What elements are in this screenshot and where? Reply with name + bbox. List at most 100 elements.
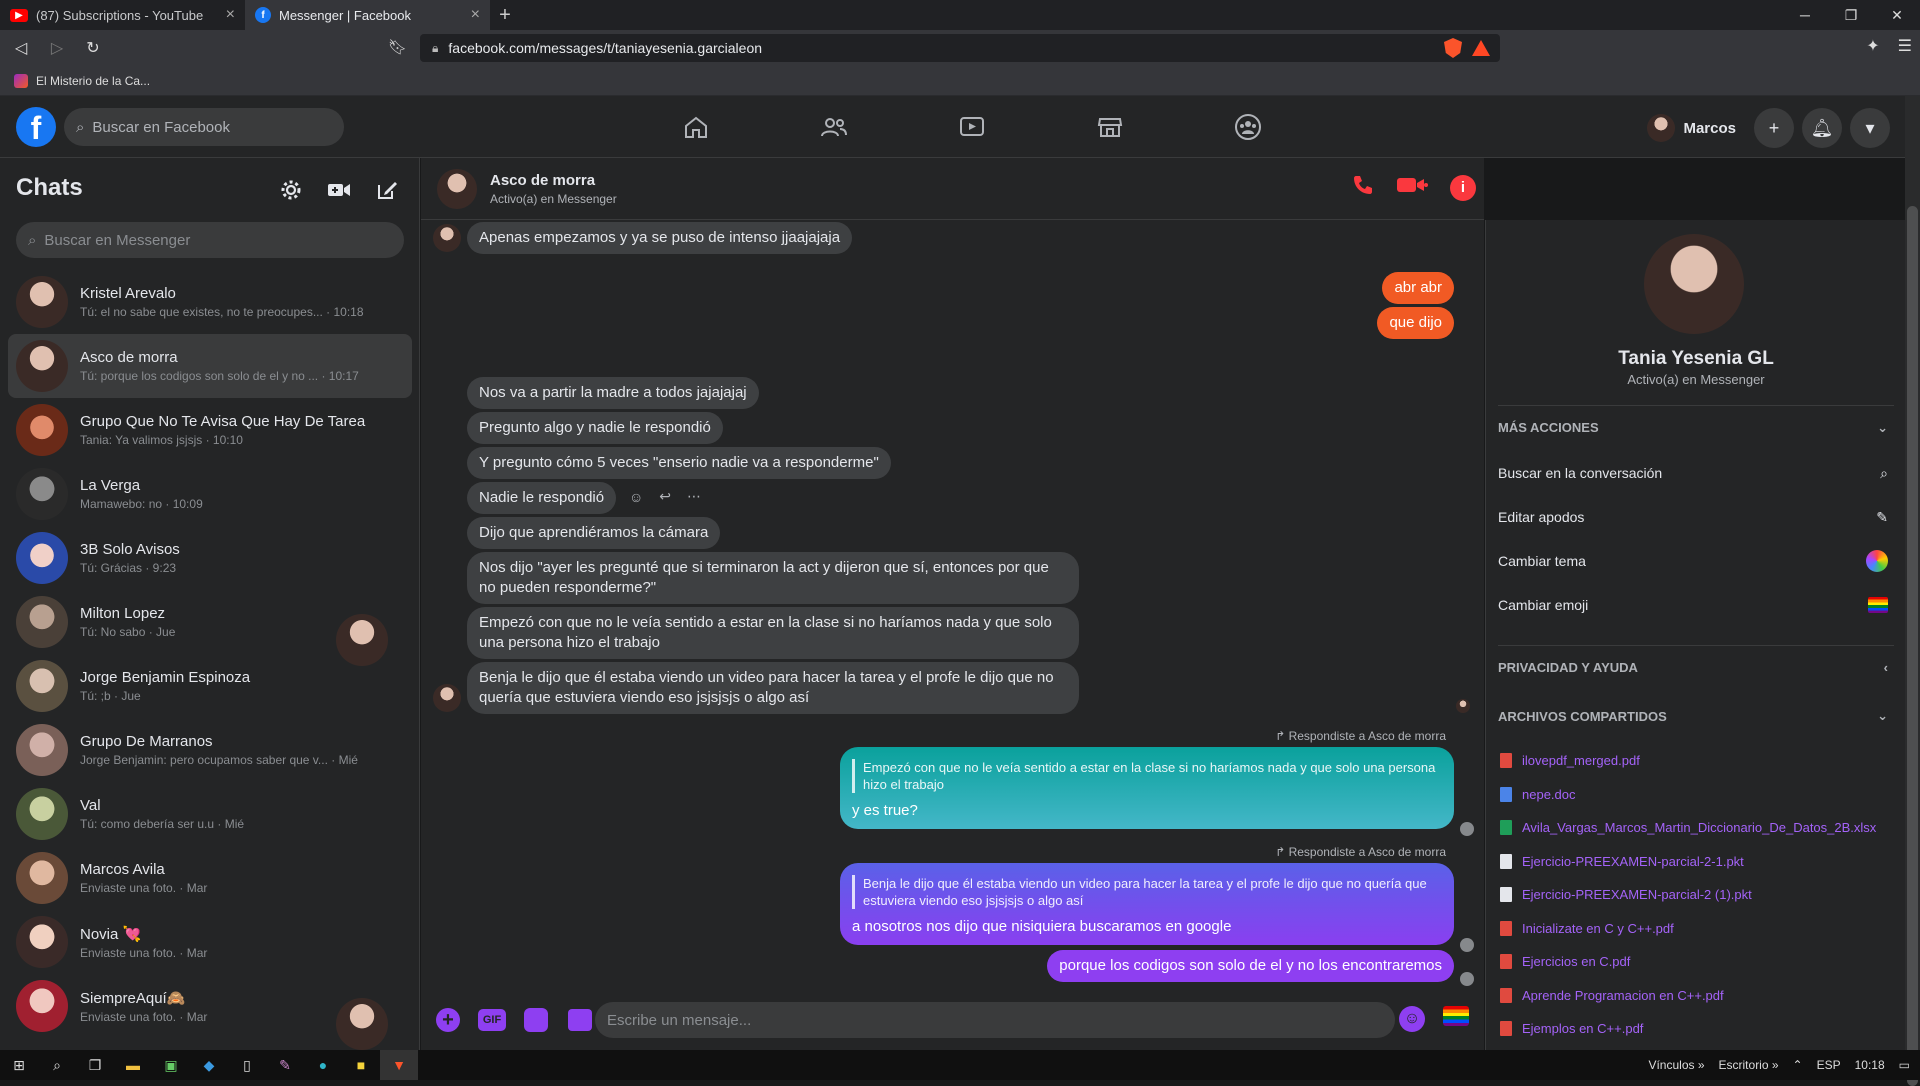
- restore-icon[interactable]: ❐: [1828, 0, 1874, 30]
- message-input[interactable]: [595, 1002, 1395, 1038]
- edit-nicknames[interactable]: Editar apodos ✎: [1498, 499, 1894, 535]
- notifications-icon[interactable]: ▭: [1899, 1058, 1910, 1072]
- marketplace-icon[interactable]: [1041, 96, 1179, 158]
- list-item[interactable]: Asco de morra Tú: porque los codigos son …: [8, 334, 412, 398]
- address-bar[interactable]: 🔒︎ facebook.com/messages/t/taniayesenia.…: [420, 34, 1500, 62]
- minimize-icon[interactable]: ─: [1782, 0, 1828, 30]
- sticky-notes-icon[interactable]: ■: [342, 1050, 380, 1080]
- section-more-actions[interactable]: MÁS ACCIONES ⌄: [1498, 405, 1894, 449]
- groups-icon[interactable]: [1179, 96, 1317, 158]
- shared-file[interactable]: Avila_Vargas_Marcos_Martin_Diccionario_D…: [1500, 813, 1900, 841]
- reload-icon[interactable]: ↻: [78, 33, 108, 63]
- messenger-search[interactable]: ⌕ Buscar en Messenger: [16, 222, 404, 258]
- links-toolbar[interactable]: Vínculos »: [1648, 1058, 1704, 1072]
- home-icon[interactable]: [627, 96, 765, 158]
- new-tab-button[interactable]: +: [490, 0, 520, 30]
- brave-icon[interactable]: ▼: [380, 1050, 418, 1080]
- desktop-toolbar[interactable]: Escritorio »: [1719, 1058, 1779, 1072]
- clock[interactable]: 10:18: [1855, 1058, 1885, 1072]
- message-outgoing[interactable]: que dijo: [1377, 307, 1454, 339]
- message-outgoing[interactable]: porque los codigos son solo de el y no l…: [1047, 950, 1454, 982]
- info-icon[interactable]: i: [1450, 174, 1476, 201]
- message-incoming[interactable]: Pregunto algo y nadie le respondió: [467, 412, 723, 444]
- list-item[interactable]: Kristel Arevalo Tú: el no sabe que existe…: [8, 270, 412, 334]
- list-item[interactable]: Grupo Que No Te Avisa Que Hay De Tarea Ta…: [8, 398, 412, 462]
- watch-icon[interactable]: [903, 96, 1041, 158]
- message-incoming[interactable]: Nos dijo "ayer les pregunté que si termi…: [467, 552, 1079, 604]
- video-call-icon[interactable]: [1396, 175, 1428, 200]
- shared-file[interactable]: Inicializate en C y C++.pdf: [1500, 914, 1900, 942]
- message-outgoing[interactable]: abr abr: [1382, 272, 1454, 304]
- app-icon[interactable]: ✎: [266, 1050, 304, 1080]
- reply-icon[interactable]: ↩: [659, 488, 671, 505]
- rainbow-flag-emoji-icon[interactable]: [1443, 1006, 1469, 1026]
- compose-icon[interactable]: [369, 172, 405, 208]
- phone-icon[interactable]: [1352, 174, 1374, 201]
- list-item[interactable]: Milton Lopez Tú: No sabo · Jue: [8, 590, 412, 666]
- shared-file[interactable]: Ejercicio-PREEXAMEN-parcial-2 (1).pkt: [1500, 880, 1900, 908]
- message-incoming[interactable]: Apenas empezamos y ya se puso de intenso…: [467, 222, 853, 254]
- list-item[interactable]: Marcos Avila Enviaste una foto. · Mar: [8, 846, 412, 910]
- close-window-icon[interactable]: ✕: [1874, 0, 1920, 30]
- shared-file[interactable]: Ejemplos en C++.pdf: [1500, 1014, 1900, 1042]
- close-icon[interactable]: ×: [471, 6, 480, 24]
- back-icon[interactable]: ◁: [6, 33, 36, 63]
- more-actions-plus-icon[interactable]: +: [433, 1006, 463, 1034]
- list-item[interactable]: Jorge Benjamin Espinoza Tú: ;b · Jue: [8, 654, 412, 718]
- search-icon[interactable]: ⌕: [38, 1050, 76, 1080]
- facebook-search[interactable]: ⌕ Buscar en Facebook: [64, 108, 344, 146]
- emoji-icon[interactable]: ☺: [1399, 1006, 1425, 1032]
- task-view-icon[interactable]: ❐: [76, 1050, 114, 1080]
- create-plus-icon[interactable]: +: [1754, 108, 1794, 148]
- message-incoming[interactable]: Benja le dijo que él estaba viendo un vi…: [467, 662, 1079, 714]
- list-item[interactable]: 3B Solo Avisos Tú: Grácias · 9:23: [8, 526, 412, 590]
- message-incoming[interactable]: Empezó con que no le veía sentido a esta…: [467, 607, 1079, 659]
- gif-icon[interactable]: GIF: [477, 1006, 507, 1034]
- page-scrollbar[interactable]: [1905, 96, 1920, 1086]
- list-item[interactable]: Val Tú: como debería ser u.u · Mié: [8, 782, 412, 846]
- facebook-logo-icon[interactable]: f: [16, 107, 56, 147]
- scrollbar-thumb[interactable]: [1907, 206, 1918, 1086]
- windows-start-icon[interactable]: ⊞: [0, 1050, 38, 1080]
- shared-file[interactable]: nepe.doc: [1500, 780, 1900, 808]
- new-video-room-icon[interactable]: [321, 172, 357, 208]
- language-indicator[interactable]: ESP: [1817, 1058, 1841, 1072]
- section-shared-files[interactable]: ARCHIVOS COMPARTIDOS ⌄: [1498, 694, 1894, 738]
- shared-file[interactable]: Ejercicios en C.pdf: [1500, 947, 1900, 975]
- brave-shield-icon[interactable]: [1444, 38, 1462, 58]
- account-menu-chevron-icon[interactable]: ▾: [1850, 108, 1890, 148]
- profile-chip[interactable]: Marcos: [1643, 110, 1746, 146]
- message-incoming[interactable]: Nadie le respondió: [467, 482, 617, 514]
- notifications-bell-icon[interactable]: 🔔︎: [1802, 108, 1842, 148]
- list-item[interactable]: SiempreAquí🙈 Enviaste una foto. · Mar: [8, 974, 412, 1050]
- message-reply-outgoing[interactable]: Empezó con que no le veía sentido a esta…: [840, 747, 1454, 829]
- photo-icon[interactable]: [565, 1006, 595, 1034]
- bookmark-icon[interactable]: 🔖︎: [388, 38, 407, 56]
- forward-icon[interactable]: ▷: [42, 33, 72, 63]
- shared-file[interactable]: Aprende Programacion en C++.pdf: [1500, 981, 1900, 1009]
- message-reply-outgoing[interactable]: Benja le dijo que él estaba viendo un vi…: [840, 863, 1454, 945]
- more-options-icon[interactable]: ⋯: [687, 488, 701, 505]
- avatar[interactable]: [437, 169, 477, 209]
- section-privacy[interactable]: PRIVACIDAD Y AYUDA ‹: [1498, 645, 1894, 689]
- brave-rewards-icon[interactable]: [1472, 40, 1490, 56]
- app-icon[interactable]: ▣: [152, 1050, 190, 1080]
- react-emoji-icon[interactable]: ☺: [629, 489, 643, 505]
- friends-icon[interactable]: [765, 96, 903, 158]
- list-item[interactable]: Grupo De Marranos Jorge Benjamin: pero oc…: [8, 718, 412, 782]
- shared-file[interactable]: Ejercicio-PREEXAMEN-parcial-2-1.pkt: [1500, 847, 1900, 875]
- gear-icon[interactable]: [273, 172, 309, 208]
- menu-icon[interactable]: ☰: [1898, 36, 1912, 56]
- notepad-icon[interactable]: ▯: [228, 1050, 266, 1080]
- message-incoming[interactable]: Dijo que aprendiéramos la cámara: [467, 517, 721, 549]
- list-item[interactable]: Novia 💘 Enviaste una foto. · Mar: [8, 910, 412, 974]
- avatar[interactable]: [1644, 234, 1744, 334]
- list-item[interactable]: La Verga Mamawebo: no · 10:09: [8, 462, 412, 526]
- edge-icon[interactable]: ●: [304, 1050, 342, 1080]
- conversation-name[interactable]: Asco de morra: [490, 172, 595, 189]
- sticker-icon[interactable]: [521, 1006, 551, 1034]
- shared-file[interactable]: ilovepdf_merged.pdf: [1500, 746, 1900, 774]
- change-theme[interactable]: Cambiar tema: [1498, 543, 1894, 579]
- vscode-icon[interactable]: ◆: [190, 1050, 228, 1080]
- tab-messenger[interactable]: f Messenger | Facebook ×: [245, 0, 490, 30]
